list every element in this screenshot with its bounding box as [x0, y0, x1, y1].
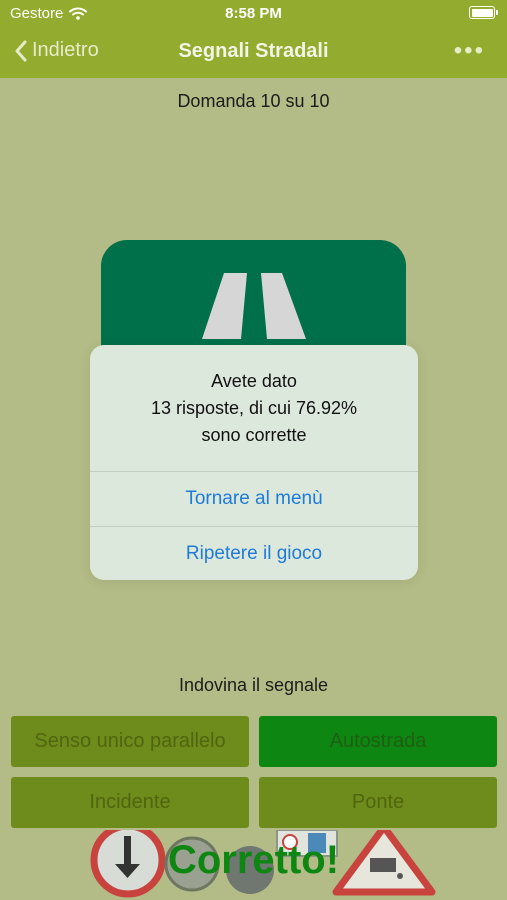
page-title: Segnali Stradali [178, 40, 329, 62]
results-line-2: 13 risposte, di cui 76.92% [150, 397, 358, 418]
motorway-road-icon [202, 273, 306, 339]
answer-button-ponte[interactable]: Ponte [259, 777, 497, 828]
battery-icon [469, 6, 498, 19]
return-to-menu-button[interactable]: Tornare al menù [90, 472, 418, 526]
results-message: Avete dato 13 risposte, di cui 76.92% so… [90, 345, 418, 471]
answer-button-senso-unico-parallelo[interactable]: Senso unico parallelo [11, 716, 249, 767]
feedback-text: Corretto! [167, 838, 340, 882]
battery-fill [471, 8, 493, 17]
replay-game-button[interactable]: Ripetere il gioco [90, 527, 418, 580]
question-prompt: Indovina il segnale [178, 675, 329, 695]
results-line-1: Avete dato [211, 370, 297, 391]
navigation-bar: Indietro Segnali Stradali ••• [0, 28, 507, 78]
more-options-button[interactable]: ••• [454, 39, 485, 63]
status-time: 8:58 PM [225, 5, 282, 22]
answer-button-autostrada[interactable]: Autostrada [259, 716, 497, 767]
status-bar: Gestore 8:58 PM [0, 0, 507, 28]
results-line-3: sono corrette [201, 424, 307, 445]
answer-button-incidente[interactable]: Incidente [11, 777, 249, 828]
question-counter: Domanda 10 su 10 [177, 91, 330, 111]
results-dialog: Avete dato 13 risposte, di cui 76.92% so… [90, 345, 418, 580]
